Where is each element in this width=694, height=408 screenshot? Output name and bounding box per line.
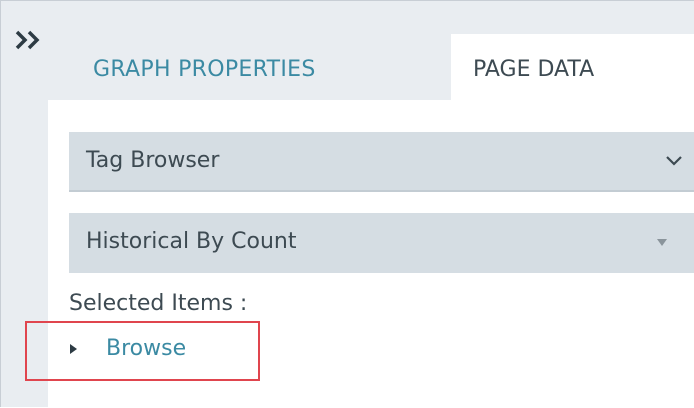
page-data-content: Tag Browser Historical By Count Selected… <box>48 100 694 408</box>
collapse-panel-button[interactable] <box>13 26 49 54</box>
query-mode-select[interactable]: Historical By Count <box>69 213 694 273</box>
tab-page-data[interactable]: PAGE DATA <box>451 34 694 104</box>
chevron-down-icon <box>666 156 682 166</box>
double-chevron-right-icon <box>15 30 40 50</box>
browse-link[interactable]: Browse <box>106 332 186 366</box>
tab-graph-properties[interactable]: GRAPH PROPERTIES <box>93 53 316 87</box>
tab-page-data-label: PAGE DATA <box>473 57 595 82</box>
query-mode-select-value: Historical By Count <box>86 229 297 254</box>
tag-browser-select[interactable]: Tag Browser <box>69 132 694 192</box>
selected-items-label: Selected Items : <box>69 291 248 316</box>
side-panel: GRAPH PROPERTIES PAGE DATA Tag Browser H… <box>0 0 694 408</box>
tag-browser-select-value: Tag Browser <box>86 148 220 173</box>
caret-right-icon <box>70 344 77 354</box>
triangle-down-icon <box>657 239 667 246</box>
